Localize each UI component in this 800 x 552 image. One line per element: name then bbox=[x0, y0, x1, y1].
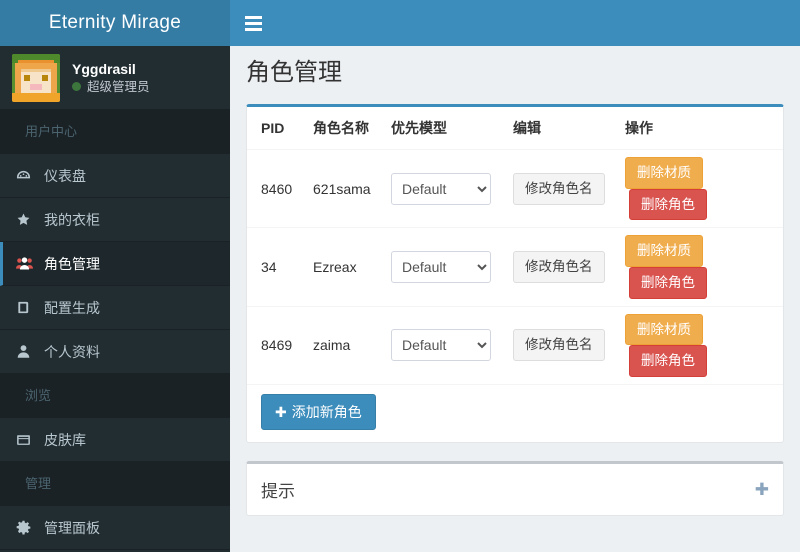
sidebar-item-label: 配置生成 bbox=[44, 299, 100, 316]
user-role: 超级管理员 bbox=[72, 79, 150, 96]
cell-model: Default bbox=[383, 305, 505, 384]
delete-texture-button[interactable]: 删除材质 bbox=[625, 313, 703, 346]
users-icon bbox=[16, 256, 42, 271]
model-select[interactable]: Default bbox=[391, 172, 491, 205]
user-icon bbox=[16, 344, 42, 359]
sidebar-item-character-manage[interactable]: 角色管理 bbox=[0, 242, 230, 286]
gear-icon bbox=[16, 520, 42, 535]
avatar[interactable] bbox=[12, 53, 60, 102]
sidebar-item-label: 皮肤库 bbox=[44, 431, 86, 448]
column-header-name: 角色名称 bbox=[305, 107, 383, 151]
tips-panel: 提示 ✚ bbox=[246, 460, 784, 516]
delete-character-button[interactable]: 删除角色 bbox=[629, 188, 707, 221]
sidebar-item-skin-library[interactable]: 皮肤库 bbox=[0, 418, 230, 462]
cell-edit: 修改角色名 bbox=[505, 149, 617, 228]
column-header-edit: 编辑 bbox=[505, 107, 617, 151]
character-table-panel: PID 角色名称 优先模型 编辑 操作 8460 621sama Default bbox=[246, 104, 784, 443]
delete-character-button[interactable]: 删除角色 bbox=[629, 345, 707, 377]
page-title: 角色管理 bbox=[246, 59, 342, 86]
user-role-label: 超级管理员 bbox=[87, 79, 150, 94]
table-row: 8460 621sama Default 修改角色名 删除材质 删除角色 bbox=[247, 149, 783, 228]
sidebar: Eternity Mirage Yggdrasil 超级管理员 用户中心 仪表盘… bbox=[0, 0, 230, 552]
cell-ops: 删除材质 删除角色 bbox=[617, 149, 783, 228]
column-header-model: 优先模型 bbox=[383, 107, 505, 151]
table-row: 34 Ezreax Default 修改角色名 删除材质 删除角色 bbox=[247, 227, 783, 307]
dashboard-icon bbox=[16, 168, 42, 183]
sidebar-item-dashboard[interactable]: 仪表盘 bbox=[0, 154, 230, 198]
add-character-label: 添加新角色 bbox=[291, 403, 362, 420]
top-navbar bbox=[230, 0, 800, 46]
user-meta: Yggdrasil 超级管理员 bbox=[60, 60, 150, 96]
sidebar-item-profile[interactable]: 个人资料 bbox=[0, 330, 230, 374]
rename-character-button[interactable]: 修改角色名 bbox=[513, 173, 605, 205]
sidebar-item-label: 管理面板 bbox=[44, 519, 100, 536]
column-header-pid: PID bbox=[247, 107, 305, 151]
table-row: 8469 zaima Default 修改角色名 删除材质 删除角色 bbox=[247, 305, 783, 384]
plus-icon[interactable]: ✚ bbox=[755, 481, 769, 498]
sidebar-item-config-generate[interactable]: 配置生成 bbox=[0, 286, 230, 330]
hamburger-icon-bar bbox=[244, 21, 262, 25]
sidebar-item-label: 角色管理 bbox=[44, 255, 100, 272]
cell-pid: 8460 bbox=[247, 149, 305, 228]
sidebar-section-header-admin: 管理 bbox=[0, 462, 230, 506]
table-body: 8460 621sama Default 修改角色名 删除材质 删除角色 34 … bbox=[247, 149, 783, 384]
character-table: PID 角色名称 优先模型 编辑 操作 8460 621sama Default bbox=[247, 107, 783, 384]
delete-texture-button[interactable]: 删除材质 bbox=[625, 157, 703, 189]
sidebar-item-wardrobe[interactable]: 我的衣柜 bbox=[0, 198, 230, 242]
brand-logo[interactable]: Eternity Mirage bbox=[0, 0, 230, 46]
cell-ops: 删除材质 删除角色 bbox=[617, 227, 783, 307]
delete-texture-button[interactable]: 删除材质 bbox=[625, 235, 703, 268]
add-character-button[interactable]: ✚ 添加新角色 bbox=[261, 393, 376, 430]
main-content: 角色管理 PID 角色名称 优先模型 编辑 操作 8460 621sama De… bbox=[230, 46, 800, 552]
sidebar-item-label: 仪表盘 bbox=[44, 167, 86, 184]
avatar-image bbox=[12, 53, 60, 102]
table-header-row: PID 角色名称 优先模型 编辑 操作 bbox=[247, 107, 783, 151]
image-icon bbox=[16, 433, 42, 447]
model-select[interactable]: Default bbox=[391, 251, 491, 284]
model-select[interactable]: Default bbox=[391, 329, 491, 362]
sidebar-item-label: 个人资料 bbox=[44, 343, 100, 360]
cell-ops: 删除材质 删除角色 bbox=[617, 305, 783, 384]
star-icon bbox=[16, 212, 42, 227]
cell-name: zaima bbox=[305, 305, 383, 384]
user-name: Yggdrasil bbox=[72, 60, 136, 77]
status-dot-icon bbox=[72, 82, 81, 92]
tips-panel-title: 提示 bbox=[261, 481, 295, 501]
sidebar-item-label: 我的衣柜 bbox=[44, 211, 100, 228]
cell-pid: 34 bbox=[247, 227, 305, 307]
hamburger-icon-bar bbox=[244, 27, 262, 31]
users-icon-art bbox=[16, 257, 33, 270]
tips-panel-header: 提示 ✚ bbox=[247, 464, 783, 515]
hamburger-icon-bar bbox=[244, 15, 262, 19]
app-root: Eternity Mirage Yggdrasil 超级管理员 用户中心 仪表盘… bbox=[0, 0, 800, 552]
rename-character-button[interactable]: 修改角色名 bbox=[513, 329, 605, 361]
rename-character-button[interactable]: 修改角色名 bbox=[513, 251, 605, 283]
cell-name: Ezreax bbox=[305, 227, 383, 307]
sidebar-section-header-browse: 浏览 bbox=[0, 374, 230, 418]
sidebar-section-header-user-center: 用户中心 bbox=[0, 110, 230, 154]
plus-icon: ✚ bbox=[275, 403, 287, 420]
user-panel: Yggdrasil 超级管理员 bbox=[0, 46, 230, 110]
book-icon bbox=[16, 300, 42, 315]
delete-character-button[interactable]: 删除角色 bbox=[629, 267, 707, 299]
cell-pid: 8469 bbox=[247, 305, 305, 384]
cell-model: Default bbox=[383, 149, 505, 228]
menu-toggle-button[interactable] bbox=[230, 0, 276, 46]
cell-edit: 修改角色名 bbox=[505, 305, 617, 384]
table-header: PID 角色名称 优先模型 编辑 操作 bbox=[247, 107, 783, 151]
sidebar-item-admin-panel[interactable]: 管理面板 bbox=[0, 506, 230, 550]
brand-title: Eternity Mirage bbox=[48, 12, 182, 33]
cell-model: Default bbox=[383, 227, 505, 307]
cell-name: 621sama bbox=[305, 149, 383, 228]
table-footer: ✚ 添加新角色 bbox=[247, 383, 783, 442]
column-header-ops: 操作 bbox=[617, 107, 783, 151]
cell-edit: 修改角色名 bbox=[505, 227, 617, 307]
